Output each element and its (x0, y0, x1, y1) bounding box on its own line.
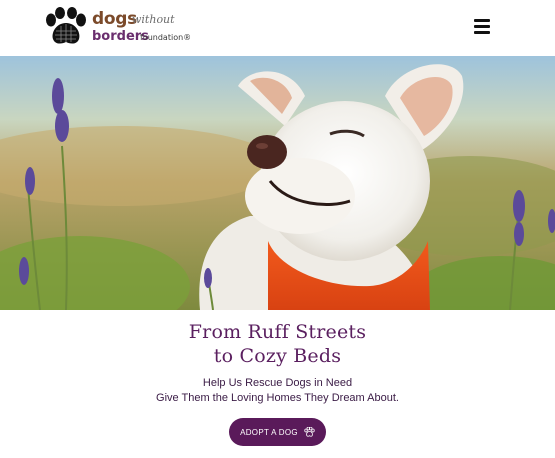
paw-print-icon (46, 7, 86, 44)
subtext-line-1: Help Us Rescue Dogs in Need (202, 377, 353, 389)
adopt-button-label: ADOPT A DOG (240, 427, 298, 437)
hero-headline: From Ruff Streets to Cozy Beds (0, 320, 555, 368)
headline-line-2: to Cozy Beds (213, 345, 342, 367)
site-logo[interactable]: dogs without borders foundation® (44, 7, 194, 49)
hero-subtext: Help Us Rescue Dogs in Need Give Them th… (0, 376, 555, 406)
headline-line-1: From Ruff Streets (188, 321, 367, 343)
logo-text-foundation: foundation® (140, 33, 192, 42)
subtext-line-2: Give Them the Loving Homes They Dream Ab… (156, 392, 399, 404)
adopt-a-dog-button[interactable]: ADOPT A DOG (229, 418, 326, 446)
logo-text-without: without (132, 13, 175, 26)
hero-image (0, 56, 555, 310)
hamburger-menu-icon[interactable] (474, 19, 490, 35)
logo-text-dogs: dogs (92, 9, 137, 29)
paw-icon (304, 427, 315, 437)
site-header: dogs without borders foundation® (0, 0, 555, 56)
